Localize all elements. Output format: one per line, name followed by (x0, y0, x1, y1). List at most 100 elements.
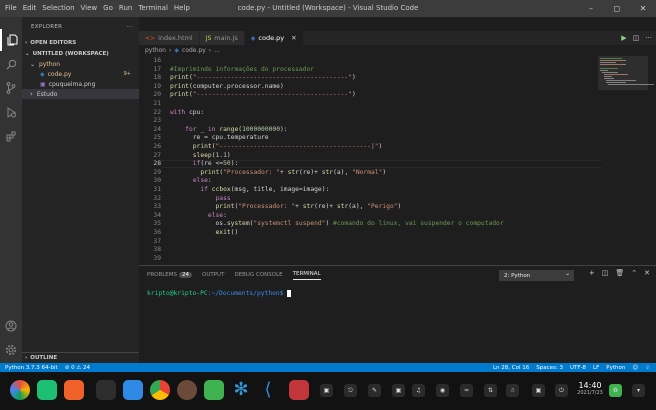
terminal-select[interactable]: 2: Python ⌄ (499, 270, 574, 281)
extensions-icon[interactable] (0, 125, 22, 147)
tree-item-cpuqueima[interactable]: ▣ cpuqueima.png (22, 79, 139, 89)
code-line[interactable]: with cpu: (170, 109, 204, 116)
tray-app-icon[interactable]: ▣ (392, 384, 405, 397)
close-tab-icon[interactable]: ✕ (291, 34, 296, 42)
code-line[interactable]: pass (170, 195, 231, 202)
maximize-panel-icon[interactable]: ⌃ (631, 269, 637, 277)
code-line[interactable]: print("Processador: "+ str(re)+ str(a), … (170, 203, 402, 210)
menu-item-selection[interactable]: Selection (39, 0, 77, 17)
trash-app-icon[interactable]: ♻ (609, 384, 622, 397)
notification-icon[interactable]: ▣ (532, 384, 545, 397)
terminal-app-icon[interactable] (96, 380, 116, 400)
problems-status[interactable]: ⊘ 0 ⚠ 24 (65, 365, 90, 371)
screen-recorder-icon[interactable]: ▣ (320, 384, 333, 397)
tab-debug-console[interactable]: DEBUG CONSOLE (234, 272, 282, 278)
bell-icon[interactable]: ♧ (645, 365, 650, 371)
file-manager-icon[interactable] (123, 380, 143, 400)
split-terminal-icon[interactable]: ◫ (602, 269, 609, 277)
code-line[interactable]: print("---------------------------------… (170, 143, 383, 150)
tree-item-code-py[interactable]: ◈ code.py 9+ (22, 69, 139, 79)
wifi-icon[interactable]: ≈ (460, 384, 473, 397)
tray-app-icon[interactable]: ✎ (368, 384, 381, 397)
breadcrumb-item[interactable]: code.py (182, 47, 206, 54)
tab-output[interactable]: OUTPUT (202, 272, 224, 278)
tab-index-html[interactable]: <> index.html (139, 31, 200, 45)
account-icon[interactable] (0, 315, 22, 337)
code-line[interactable]: print("---------------------------------… (170, 74, 356, 81)
show-desktop-icon[interactable]: ▾ (632, 384, 645, 397)
cursor-position[interactable]: Ln 28, Col 16 (493, 365, 529, 371)
explorer-icon[interactable] (0, 29, 22, 51)
code-line[interactable]: else: (170, 177, 212, 184)
python-interpreter[interactable]: Python 3.7.3 64-bit (5, 365, 58, 371)
close-panel-icon[interactable]: ✕ (644, 269, 650, 277)
multitasking-icon[interactable] (37, 380, 57, 400)
tray-app-icon[interactable]: ☃ (506, 384, 519, 397)
chrome-icon[interactable] (150, 380, 170, 400)
close-icon[interactable]: ✕ (630, 0, 656, 17)
vscode-icon[interactable]: ⟨ (258, 380, 278, 400)
tray-app-icon[interactable]: ⇅ (484, 384, 497, 397)
tab-problems[interactable]: PROBLEMS 24 (147, 272, 193, 278)
menu-item-edit[interactable]: Edit (20, 0, 40, 17)
minimize-icon[interactable]: – (578, 0, 604, 17)
code-line[interactable]: #Imprimindo informações do processador (170, 66, 314, 73)
settings-app-icon[interactable]: ✻ (231, 380, 251, 400)
tray-app-icon[interactable]: ◉ (436, 384, 449, 397)
language-mode[interactable]: Python (606, 365, 625, 371)
launcher-icon[interactable] (10, 380, 30, 400)
terminal-output[interactable]: kripto@kripto-PC:~/Documents/python$ (147, 290, 292, 297)
menu-item-run[interactable]: Run (116, 0, 135, 17)
end-of-line[interactable]: LF (593, 365, 599, 371)
code-line[interactable]: sleep(1.1) (170, 152, 231, 159)
workspace-icon[interactable] (64, 380, 84, 400)
maximize-icon[interactable]: ◻ (604, 0, 630, 17)
menu-item-help[interactable]: Help (171, 0, 193, 17)
new-terminal-icon[interactable]: + (589, 269, 595, 277)
run-debug-icon[interactable] (0, 101, 22, 123)
image-viewer-icon[interactable] (204, 380, 224, 400)
tree-item-estudo[interactable]: › Estudo (22, 89, 139, 99)
tab-main-js[interactable]: JS main.js (199, 31, 245, 45)
tree-item-python[interactable]: ⌄ python (22, 59, 139, 69)
indentation[interactable]: Spaces: 3 (536, 365, 563, 371)
code-line[interactable]: print("Processador: "+ str(re)+ str(a), … (170, 169, 386, 176)
code-line[interactable]: print("---------------------------------… (170, 91, 356, 98)
tab-code-py[interactable]: ◈ code.py ✕ (244, 31, 304, 45)
app-s-icon[interactable] (177, 380, 197, 400)
code-line[interactable]: else: (170, 212, 227, 219)
clock[interactable]: 14:40 2021/7/23 (576, 381, 604, 396)
trash-icon[interactable]: 🗑 (615, 269, 624, 277)
breadcrumb-item[interactable]: python (145, 47, 166, 54)
feedback-icon[interactable]: ☺ (632, 365, 638, 371)
search-icon[interactable] (0, 53, 22, 75)
volume-icon[interactable]: ♫ (412, 384, 425, 397)
code-line[interactable]: os.system("systemctl suspend") #comando … (170, 220, 503, 227)
breadcrumb-item[interactable]: ... (214, 47, 220, 54)
source-control-icon[interactable] (0, 77, 22, 99)
code-line[interactable]: exit() (170, 229, 239, 236)
code-line[interactable]: if(re <=50): (170, 160, 239, 167)
menu-item-view[interactable]: View (78, 0, 101, 17)
code-line[interactable]: print(computer.processor.name) (170, 83, 284, 90)
menu-item-terminal[interactable]: Terminal (135, 0, 171, 17)
minimap[interactable] (598, 56, 656, 86)
code-line[interactable]: re = cpu.temperature (170, 134, 269, 141)
code-line[interactable]: if ccbox(msg, title, image=image): (170, 186, 329, 193)
app-store-icon[interactable] (289, 380, 309, 400)
menu-item-file[interactable]: File (2, 0, 20, 17)
outline-section[interactable]: › OUTLINE (22, 352, 139, 363)
run-file-icon[interactable]: ▶ (621, 34, 626, 42)
tab-terminal[interactable]: TERMINAL (292, 271, 321, 280)
split-editor-icon[interactable]: ◫ (633, 34, 640, 42)
workspace-section[interactable]: ⌄ UNTITLED (WORKSPACE) (22, 48, 139, 59)
tray-app-icon[interactable]: ⎋ (344, 384, 357, 397)
code-editor[interactable]: 16 17 #Imprimindo informações do processad… (139, 56, 656, 265)
more-actions-icon[interactable]: ··· (645, 34, 652, 42)
power-icon[interactable]: ⏻ (555, 384, 568, 397)
menu-item-go[interactable]: Go (100, 0, 116, 17)
encoding[interactable]: UTF-8 (570, 365, 586, 371)
code-line[interactable]: for _ in range(1000000000): (170, 126, 287, 133)
gear-icon[interactable] (0, 339, 22, 361)
open-editors-section[interactable]: › OPEN EDITORS (22, 37, 139, 48)
